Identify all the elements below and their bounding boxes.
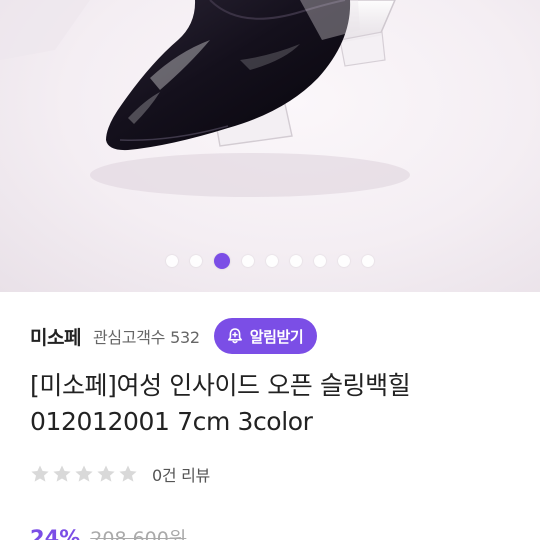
follower-count: 관심고객수 532 xyxy=(93,324,200,348)
carousel-indicators xyxy=(0,251,540,271)
star-icon xyxy=(75,465,93,482)
carousel-dot[interactable] xyxy=(242,255,254,267)
seller-name[interactable]: 미소페 xyxy=(30,323,81,350)
review-count[interactable]: 0건 리뷰 xyxy=(152,462,210,486)
carousel-dot[interactable] xyxy=(166,255,178,267)
carousel-dot[interactable] xyxy=(362,255,374,267)
star-icon xyxy=(97,465,115,482)
carousel-dot[interactable] xyxy=(290,255,302,267)
carousel-dot-active[interactable] xyxy=(214,253,230,269)
discount-rate: 24% xyxy=(30,526,81,540)
product-title-line-1: [미소페]여성 인사이드 오픈 슬링백힐 xyxy=(30,371,411,400)
follower-label: 관심고객수 xyxy=(92,328,166,347)
product-image[interactable] xyxy=(0,0,540,292)
notify-button[interactable]: 알림받기 xyxy=(213,318,318,354)
rating-row[interactable]: 0건 리뷰 xyxy=(30,462,210,486)
star-icon xyxy=(119,465,137,482)
product-title-line-2: 012012001 7cm 3color xyxy=(30,407,313,436)
carousel-dot[interactable] xyxy=(338,255,350,267)
bell-plus-icon xyxy=(227,328,242,344)
price-row: 24% 208,600원 xyxy=(30,524,186,540)
seller-row: 미소페 관심고객수 532 알림받기 xyxy=(30,318,318,354)
original-price: 208,600원 xyxy=(90,528,187,540)
rating-stars xyxy=(30,464,138,484)
product-title: [미소페]여성 인사이드 오픈 슬링백힐 012012001 7cm 3colo… xyxy=(30,368,520,440)
notify-button-label: 알림받기 xyxy=(249,327,304,346)
star-icon xyxy=(31,465,49,482)
shoe-photo xyxy=(0,0,410,197)
carousel-dot[interactable] xyxy=(190,255,202,267)
follower-number: 532 xyxy=(170,328,200,347)
carousel-dot[interactable] xyxy=(314,255,326,267)
carousel-dot[interactable] xyxy=(266,255,278,267)
star-icon xyxy=(53,465,71,482)
